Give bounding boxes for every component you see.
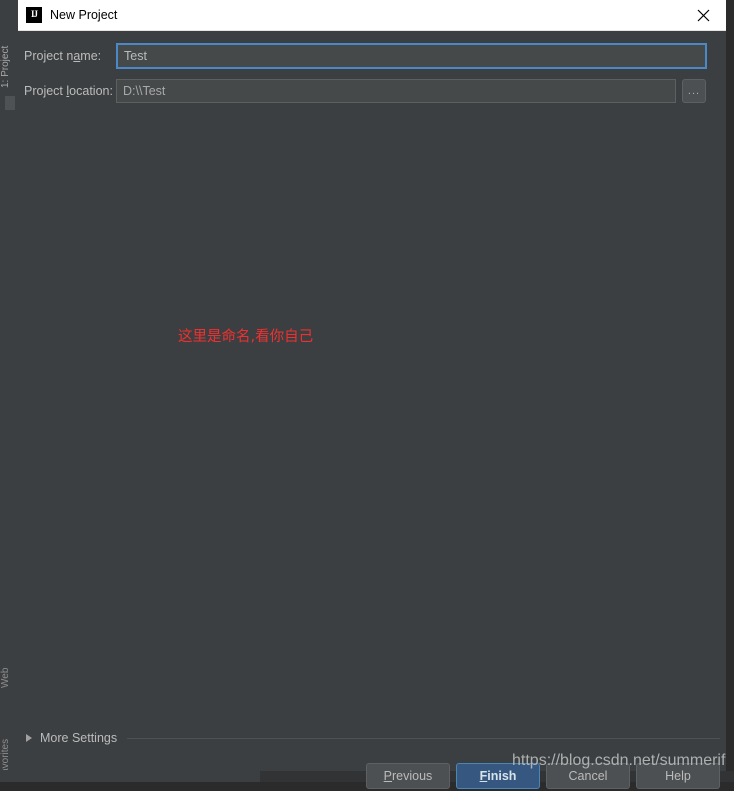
intellij-idea-icon: IJ [26, 7, 42, 23]
finish-button-mnemonic: F [479, 769, 488, 783]
browse-folder-button[interactable]: ... [682, 79, 706, 103]
tool-window-indicator [5, 96, 15, 110]
tool-window-tab-project[interactable]: 1: Project [0, 18, 20, 88]
chevron-right-icon [26, 734, 32, 742]
dialog-title: New Project [50, 8, 118, 22]
previous-button-mnemonic: P [383, 769, 393, 783]
more-settings-divider [127, 737, 720, 739]
dialog-body: Project name: Test Project location: D:\… [18, 31, 726, 789]
project-name-input[interactable]: Test [116, 43, 707, 69]
dialog-title-bar: IJ New Project [18, 0, 726, 31]
project-name-row: Project name: Test [18, 43, 726, 69]
close-icon[interactable] [680, 0, 726, 30]
finish-button-label-post: inish [487, 769, 517, 783]
project-location-label-pre: Project [24, 84, 67, 98]
new-project-dialog: IJ New Project Project name: Test Projec… [18, 0, 726, 789]
help-button-label: Help [665, 769, 691, 783]
project-name-label-pre: Project n [24, 49, 74, 63]
project-name-label-post: me: [80, 49, 102, 63]
project-location-input[interactable]: D:\\Test [116, 79, 676, 103]
more-settings-toggle[interactable]: More Settings [18, 728, 726, 748]
tool-window-tab-web[interactable]: Web [0, 638, 20, 688]
project-name-label: Project name: [24, 49, 116, 63]
project-location-row: Project location: D:\\Test ... [18, 78, 726, 104]
more-settings-label: More Settings [40, 731, 118, 745]
project-location-label: Project location: [24, 84, 116, 98]
watermark-url: https://blog.csdn.net/summerif [512, 752, 726, 769]
project-location-label-post: ocation: [69, 84, 113, 98]
previous-button[interactable]: Previous [366, 763, 450, 789]
previous-button-label-post: revious [392, 769, 433, 783]
cancel-button-label: Cancel [568, 769, 608, 783]
ide-right-edge [726, 0, 734, 782]
annotation-text: 这里是命名,看你自己 [178, 329, 314, 345]
